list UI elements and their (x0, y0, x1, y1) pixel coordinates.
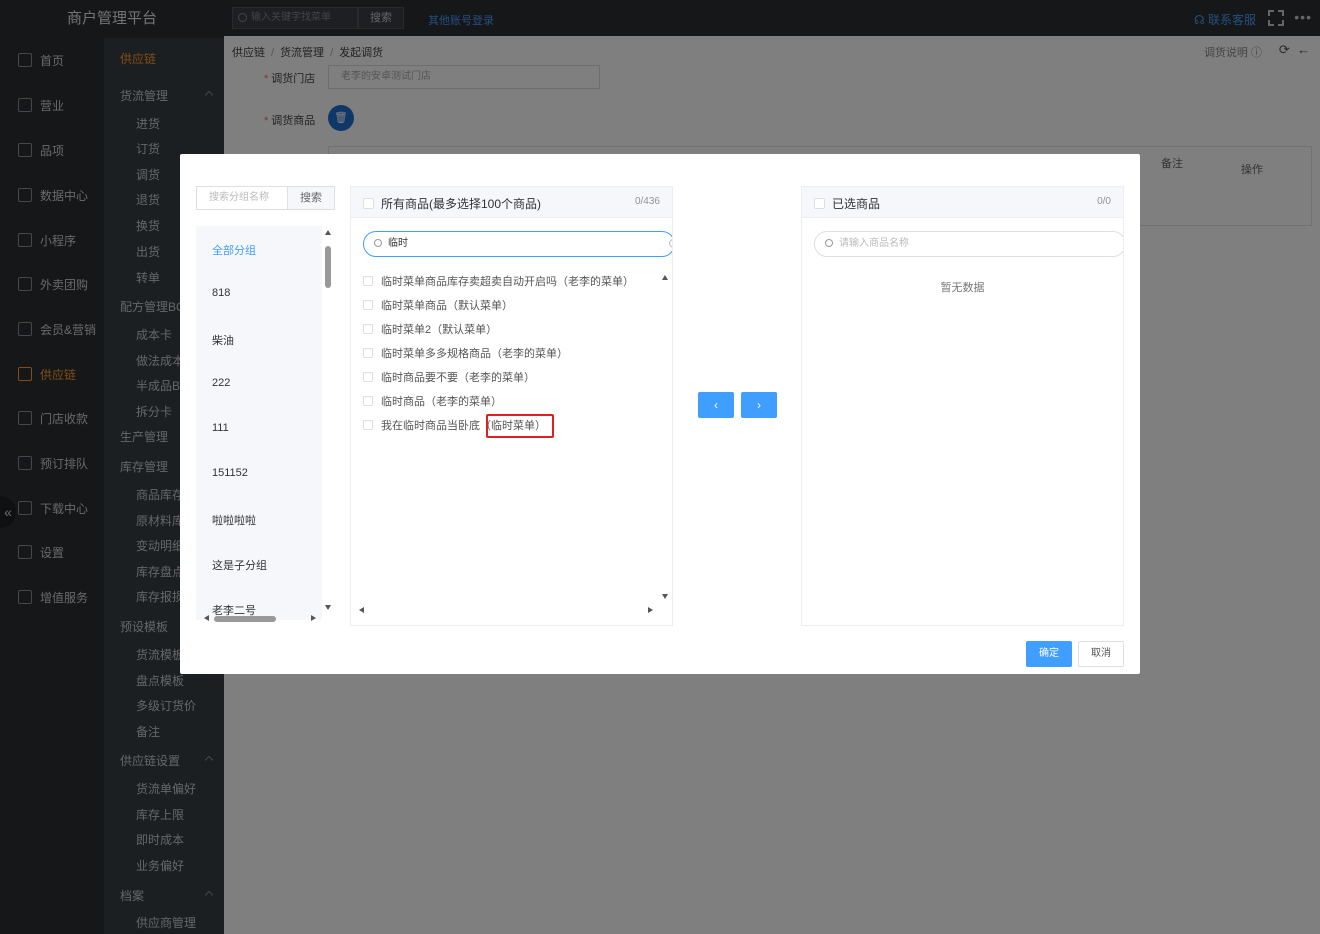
select-all-selected-checkbox[interactable] (814, 198, 825, 209)
group-item[interactable]: 这是子分组 (212, 557, 267, 573)
product-label: 临时商品（老李的菜单） (381, 396, 502, 408)
group-search-input[interactable]: 搜索分组名称 (196, 186, 288, 210)
product-label: 临时菜单2（默认菜单） (381, 324, 498, 336)
product-label: 临时菜单商品库存卖超卖自动开启吗（老李的菜单） (381, 276, 634, 288)
product-item[interactable]: 临时菜单2（默认菜单） (363, 321, 497, 337)
search-icon (374, 239, 382, 247)
product-label: 临时菜单多多规格商品（老李的菜单） (381, 348, 568, 360)
clear-icon[interactable] (669, 239, 672, 248)
selected-goods-panel: 已选商品 0/0 请输入商品名称 暂无数据 (801, 186, 1124, 626)
group-item[interactable]: 818 (212, 287, 230, 299)
group-list-hscrollbar[interactable] (204, 614, 316, 624)
cancel-button[interactable]: 取消 (1078, 641, 1124, 667)
group-list: 全部分组 818 柴油 222 111 151152 啦啦啦啦 这是子分组 老李二号 (196, 226, 322, 620)
highlight-annotation (486, 414, 554, 438)
group-item[interactable]: 柴油 (212, 332, 234, 348)
product-checkbox[interactable] (363, 420, 373, 430)
group-item[interactable]: 啦啦啦啦 (212, 512, 256, 528)
product-checkbox[interactable] (363, 300, 373, 310)
confirm-button[interactable]: 确定 (1026, 641, 1072, 667)
goods-list-scrollbar[interactable] (662, 275, 670, 599)
select-goods-dialog: 搜索分组名称 搜索 全部分组 818 柴油 222 111 151152 啦啦啦啦这是子分组… (180, 154, 1140, 674)
select-all-checkbox[interactable] (363, 198, 374, 209)
product-checkbox[interactable] (363, 372, 373, 382)
selected-filter-input[interactable]: 请输入商品名称 (814, 231, 1123, 257)
product-checkbox[interactable] (363, 396, 373, 406)
group-item[interactable]: 111 (212, 422, 229, 434)
product-item[interactable]: 临时菜单多多规格商品（老李的菜单） (363, 345, 568, 361)
group-item[interactable]: 全部分组 (212, 242, 256, 258)
all-goods-panel: 所有商品(最多选择100个商品) 0/436 临时 临时菜单商品库存卖超卖自动开… (350, 186, 673, 626)
product-checkbox[interactable] (363, 324, 373, 334)
product-item[interactable]: 临时商品要不要（老李的菜单） (363, 369, 535, 385)
move-left-button[interactable]: ‹ (698, 392, 734, 418)
product-item[interactable]: 临时商品（老李的菜单） (363, 393, 502, 409)
selected-goods-title: 已选商品 (832, 197, 881, 211)
goods-list-hscrollbar[interactable] (359, 605, 653, 615)
move-right-button[interactable]: › (741, 392, 777, 418)
selected-goods-count: 0/0 (1097, 196, 1111, 207)
search-icon (825, 239, 833, 247)
product-label: 临时商品要不要（老李的菜单） (381, 372, 535, 384)
group-item[interactable]: 151152 (212, 467, 248, 479)
all-goods-title: 所有商品(最多选择100个商品) (381, 197, 542, 211)
goods-filter-input[interactable]: 临时 (363, 231, 672, 257)
all-goods-count: 0/436 (634, 196, 660, 207)
group-list-scrollbar[interactable] (324, 230, 336, 610)
product-checkbox[interactable] (363, 348, 373, 358)
product-checkbox[interactable] (363, 276, 373, 286)
product-label: 临时菜单商品（默认菜单） (381, 300, 513, 312)
product-item[interactable]: 临时菜单商品库存卖超卖自动开启吗（老李的菜单） (363, 273, 634, 289)
all-goods-header: 所有商品(最多选择100个商品) 0/436 (351, 187, 672, 218)
group-item[interactable]: 222 (212, 377, 230, 389)
selected-goods-header: 已选商品 0/0 (802, 187, 1123, 218)
product-item[interactable]: 临时菜单商品（默认菜单） (363, 297, 513, 313)
group-search-button[interactable]: 搜索 (287, 186, 335, 210)
empty-text: 暂无数据 (940, 282, 985, 294)
